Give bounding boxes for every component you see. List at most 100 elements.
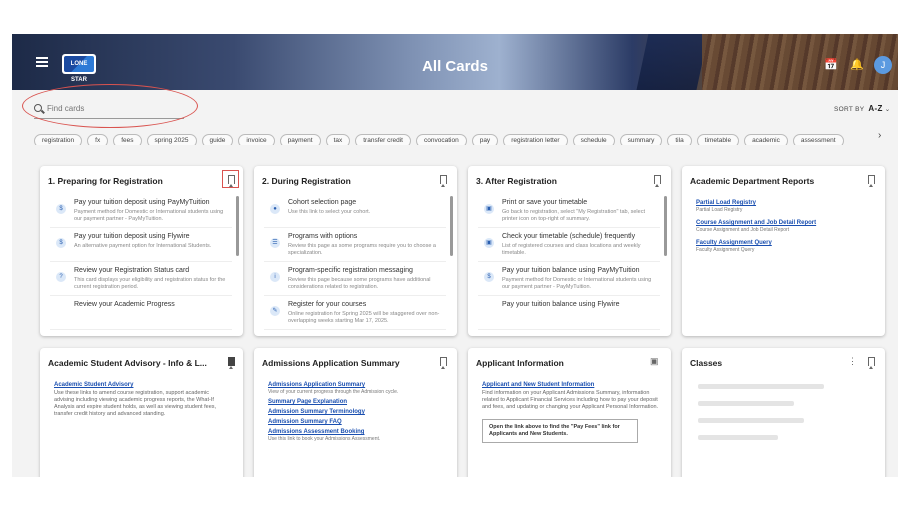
advisory-link[interactable]: Academic Student Advisory	[54, 382, 230, 388]
link-desc: Faculty Assignment Query	[696, 247, 755, 253]
card-title: 3. After Registration	[476, 176, 557, 186]
filter-chip[interactable]: fx	[87, 134, 109, 145]
item-desc: This card displays your eligibility and …	[74, 277, 226, 290]
admissions-link[interactable]: Admission Summary Terminology	[268, 409, 448, 415]
filter-chip[interactable]: spring 2025	[146, 134, 197, 145]
filter-chip[interactable]: registration letter	[503, 134, 568, 145]
list-item[interactable]: ▣ Print or save your timetable Go back to …	[478, 194, 660, 228]
loading-placeholder	[698, 384, 824, 389]
calendar-icon: ▣	[484, 204, 494, 214]
card-title: Classes	[690, 358, 723, 368]
scrollbar[interactable]	[664, 196, 667, 256]
filter-chip[interactable]: payment	[279, 134, 321, 145]
link-desc: Course Assignment and Job Detail Report	[696, 227, 790, 233]
help-icon: ?	[56, 272, 66, 282]
item-title: Pay your tuition deposit using Flywire	[74, 233, 190, 240]
card-description: Find information on your Applicant Admis…	[482, 390, 659, 410]
filter-chip[interactable]: schedule	[572, 134, 615, 145]
admissions-link[interactable]: Summary Page Explanation	[268, 399, 448, 405]
more-vertical-icon[interactable]: ⋮	[848, 356, 857, 367]
item-desc: Payment method for Domestic or Internati…	[502, 277, 652, 290]
filter-chip[interactable]: tax	[325, 134, 351, 145]
admissions-link[interactable]: Admissions Application Summary	[268, 382, 448, 388]
card-classes: Classes ⋮	[682, 348, 885, 477]
scrollbar[interactable]	[236, 196, 239, 256]
report-link[interactable]: Faculty Assignment Query	[696, 240, 876, 246]
list-item[interactable]: $ Pay your tuition deposit using Flywire A…	[50, 228, 232, 262]
item-desc: Use this link to select your cohort.	[288, 209, 371, 215]
calendar-check-icon[interactable]: 📅	[824, 59, 838, 71]
card-title: Academic Student Advisory - Info & L...	[48, 358, 207, 368]
list-item[interactable]: ▣ Check your timetable (schedule) frequen…	[478, 228, 660, 262]
chevron-down-icon: ⌄	[884, 106, 891, 113]
app-frame: LONE STAR All Cards 📅 🔔 J SORT BYA-Z ⌄ r…	[12, 34, 898, 477]
filter-chips: registration fx fees spring 2025 guide invoic…	[34, 129, 874, 145]
list-item[interactable]: $ Pay your tuition balance using PayMyTui…	[478, 262, 660, 296]
item-title: Pay your tuition balance using Flywire	[502, 301, 620, 308]
admissions-link[interactable]: Admissions Assessment Booking	[268, 429, 448, 435]
options-icon: ☰	[270, 238, 280, 248]
filter-chip[interactable]: guide	[201, 134, 234, 145]
card-admissions-application-summary: Admissions Application Summary Admission…	[254, 348, 457, 477]
filter-chip[interactable]: tila	[667, 134, 692, 145]
filter-chip[interactable]: registration	[34, 134, 83, 145]
bookmark-icon[interactable]	[868, 357, 875, 369]
item-desc: List of registered courses and class loc…	[502, 243, 641, 256]
avatar[interactable]: J	[874, 56, 892, 74]
lock-icon: ▣	[650, 356, 659, 366]
report-link[interactable]: Course Assignment and Job Detail Report	[696, 220, 876, 226]
list-item[interactable]: ✎ Register for your courses Online registr…	[264, 296, 446, 330]
filter-chip[interactable]: convocation	[416, 134, 467, 145]
annotation-highlight-oval	[22, 84, 198, 128]
item-title: Pay your tuition balance using PayMyTuit…	[502, 267, 640, 274]
sort-control[interactable]: SORT BY A-Z ⌄	[834, 104, 891, 113]
filter-chip[interactable]: fees	[113, 134, 142, 145]
item-title: Program-specific registration messaging	[288, 267, 413, 274]
filter-chip[interactable]: academic	[744, 134, 788, 145]
bookmark-icon[interactable]	[868, 175, 875, 187]
link-desc: View of your current progress through th…	[268, 389, 399, 395]
filter-chip[interactable]: assessment	[792, 134, 844, 145]
list-item[interactable]: Review your Academic Progress	[50, 296, 232, 330]
bookmark-filled-icon[interactable]	[228, 357, 235, 369]
bookmark-icon[interactable]	[440, 357, 447, 369]
filter-chip[interactable]: summary	[619, 134, 663, 145]
page-title: All Cards	[422, 58, 488, 75]
scrollbar[interactable]	[450, 196, 453, 256]
filter-chip[interactable]: pay	[471, 134, 499, 145]
app-header: LONE STAR All Cards 📅 🔔 J	[12, 34, 898, 90]
filter-chip[interactable]: timetable	[696, 134, 740, 145]
link-desc: Use this link to book your Admissions As…	[268, 436, 381, 442]
list-item[interactable]: ? Review your Registration Status card Thi…	[50, 262, 232, 296]
card-title: Applicant Information	[476, 358, 564, 368]
item-title: Review your Academic Progress	[74, 301, 175, 308]
card-during-registration: 2. During Registration ● Cohort selection…	[254, 166, 457, 336]
chevron-right-icon[interactable]: ›	[878, 130, 881, 141]
list-item[interactable]: ● Cohort selection page Use this link to s…	[264, 194, 446, 228]
pay-fees-note: Open the link above to find the "Pay Fee…	[482, 419, 638, 443]
loading-placeholder	[698, 401, 794, 406]
item-desc: Review this page because some programs h…	[288, 277, 431, 290]
report-link[interactable]: Partial Load Registry	[696, 200, 876, 206]
register-icon: ✎	[270, 306, 280, 316]
list-item[interactable]: ☰ Programs with options Review this page a…	[264, 228, 446, 262]
list-item[interactable]: Pay your tuition balance using Flywire	[478, 296, 660, 330]
bookmark-icon[interactable]	[440, 175, 447, 187]
calendar-icon: ▣	[484, 238, 494, 248]
applicant-link[interactable]: Applicant and New Student Information	[482, 382, 662, 388]
sort-label: SORT BY	[834, 106, 865, 113]
card-preparing-for-registration: 1. Preparing for Registration $ Pay your …	[40, 166, 243, 336]
card-title: 1. Preparing for Registration	[48, 176, 163, 186]
bell-icon[interactable]: 🔔	[850, 59, 864, 71]
admissions-link[interactable]: Admission Summary FAQ	[268, 419, 448, 425]
item-desc: Go back to registration, select "My Regi…	[502, 209, 645, 222]
filter-chip[interactable]: transfer credit	[355, 134, 411, 145]
item-desc: Review this page as some programs requir…	[288, 243, 436, 256]
bookmark-icon[interactable]	[654, 175, 661, 187]
annotation-highlight-box	[222, 170, 239, 188]
filter-chip[interactable]: invoice	[238, 134, 275, 145]
item-title: Review your Registration Status card	[74, 267, 190, 274]
loading-placeholder	[698, 435, 778, 440]
list-item[interactable]: i Program-specific registration messaging…	[264, 262, 446, 296]
list-item[interactable]: $ Pay your tuition deposit using PayMyTui…	[50, 194, 232, 228]
